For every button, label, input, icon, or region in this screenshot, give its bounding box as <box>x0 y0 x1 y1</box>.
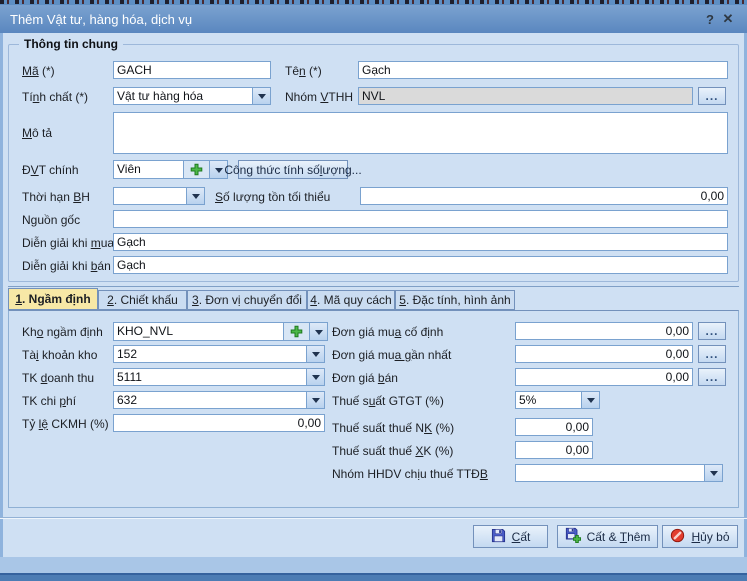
dialog-titlebar: Thêm Vật tư, hàng hóa, dịch vụ ? ✕ <box>0 5 747 33</box>
import-tax-label: Thuế suất thuế NK (%) <box>332 421 454 435</box>
sale-description-input[interactable] <box>113 256 728 274</box>
save-and-add-button-label: Cất & Thêm <box>587 530 651 544</box>
fixed-purchase-price-label: Đơn giá mua cố định <box>332 325 443 339</box>
warranty-select[interactable] <box>113 187 205 205</box>
min-stock-label: Số lượng tồn tối thiểu <box>215 190 330 204</box>
group-vthh-browse-button[interactable]: ... <box>698 87 726 105</box>
plus-icon[interactable] <box>183 161 209 178</box>
chevron-down-icon[interactable] <box>186 188 204 204</box>
cancel-icon <box>670 528 685 546</box>
name-label: Tên (*) <box>285 64 322 78</box>
origin-label: Nguồn gốc <box>22 213 80 227</box>
chevron-down-icon[interactable] <box>252 88 270 104</box>
export-tax-input[interactable] <box>515 441 593 459</box>
plus-icon[interactable] <box>283 323 309 340</box>
chevron-down-icon[interactable] <box>306 346 324 362</box>
min-stock-input[interactable] <box>360 187 728 205</box>
cancel-button-label: Hủy bỏ <box>691 530 729 544</box>
fixed-purchase-price-browse-button[interactable]: ... <box>698 322 726 340</box>
add-material-dialog: Thêm Vật tư, hàng hóa, dịch vụ ? ✕ Thông… <box>0 0 747 581</box>
description-label: Mô tả <box>22 126 52 140</box>
type-select[interactable]: Vật tư hàng hóa <box>113 87 271 105</box>
fixed-purchase-price-input[interactable] <box>515 322 693 340</box>
floppy-plus-icon <box>565 527 581 546</box>
tab-ma-quy-cach[interactable]: 4. Mã quy cách <box>307 290 395 310</box>
default-warehouse-label: Kho ngầm định <box>22 325 103 339</box>
tab-chiet-khau[interactable]: 2. Chiết khấu <box>98 290 187 310</box>
chevron-down-icon[interactable] <box>704 465 722 481</box>
group-vthh-input <box>358 87 693 105</box>
floppy-icon <box>491 528 506 546</box>
chevron-down-icon[interactable] <box>306 392 324 408</box>
type-label: Tính chất (*) <box>22 90 88 104</box>
purchase-description-label: Diễn giải khi mua <box>22 236 114 250</box>
export-tax-label: Thuế suất thuế XK (%) <box>332 444 453 458</box>
expense-account-label: TK chi phí <box>22 394 76 408</box>
tab-ngam-dinh[interactable]: 1. Ngầm định <box>8 288 98 310</box>
import-tax-input[interactable] <box>515 418 593 436</box>
footer-divider-highlight <box>0 518 747 519</box>
discount-rate-label: Tỷ lệ CKMH (%) <box>22 417 109 431</box>
revenue-account-select[interactable]: 5111 <box>113 368 325 386</box>
chevron-down-icon[interactable] <box>581 392 599 408</box>
save-and-add-button[interactable]: Cất & Thêm <box>557 525 658 548</box>
dialog-title: Thêm Vật tư, hàng hóa, dịch vụ <box>10 12 192 27</box>
save-button[interactable]: Cất <box>473 525 548 548</box>
save-button-label: Cất <box>512 530 531 544</box>
vat-rate-label: Thuế suất GTGT (%) <box>332 394 444 408</box>
sale-price-browse-button[interactable]: ... <box>698 368 726 386</box>
cancel-button[interactable]: Hủy bỏ <box>662 525 738 548</box>
latest-purchase-price-label: Đơn giá mua gần nhất <box>332 348 451 362</box>
tabstrip-top-line <box>8 286 739 287</box>
chevron-down-icon[interactable] <box>306 369 324 385</box>
close-icon[interactable]: ✕ <box>719 10 737 28</box>
help-icon[interactable]: ? <box>701 10 719 28</box>
special-tax-group-label: Nhóm HHDV chịu thuế TTĐB <box>332 467 488 481</box>
warranty-label: Thời hạn BH <box>22 190 90 204</box>
chevron-down-icon[interactable] <box>309 323 327 340</box>
stock-account-label: Tài khoản kho <box>22 348 97 362</box>
purchase-description-input[interactable] <box>113 233 728 251</box>
groupbox-legend: Thông tin chung <box>19 37 123 51</box>
special-tax-group-select[interactable] <box>515 464 723 482</box>
dialog-frame-bottom <box>0 557 747 573</box>
discount-rate-input[interactable] <box>113 414 325 432</box>
latest-purchase-price-browse-button[interactable]: ... <box>698 345 726 363</box>
sale-price-input[interactable] <box>515 368 693 386</box>
tab-dac-tinh-hinh-anh[interactable]: 5. Đặc tính, hình ảnh <box>395 290 515 310</box>
sale-description-label: Diễn giải khi bán <box>22 259 111 273</box>
quantity-formula-button[interactable]: Công thức tính số lượng... <box>238 160 348 179</box>
code-label: Mã (*) <box>22 64 55 78</box>
revenue-account-label: TK doanh thu <box>22 371 94 385</box>
expense-account-select[interactable]: 632 <box>113 391 325 409</box>
code-input[interactable] <box>113 61 271 79</box>
unit-label: ĐVT chính <box>22 163 79 177</box>
name-input[interactable] <box>358 61 728 79</box>
description-textarea[interactable] <box>113 112 728 154</box>
sale-price-label: Đơn giá bán <box>332 371 398 385</box>
origin-input[interactable] <box>113 210 728 228</box>
unit-select[interactable]: Viên <box>113 160 228 179</box>
vat-rate-select[interactable]: 5% <box>515 391 600 409</box>
tab-don-vi-chuyen-doi[interactable]: 3. Đơn vị chuyển đổi <box>187 290 307 310</box>
default-warehouse-select[interactable]: KHO_NVL <box>113 322 328 341</box>
stock-account-select[interactable]: 152 <box>113 345 325 363</box>
background-bottom-strip <box>0 575 747 581</box>
group-vthh-label: Nhóm VTHH <box>285 90 353 104</box>
latest-purchase-price-input[interactable] <box>515 345 693 363</box>
dialog-frame-left <box>0 33 3 574</box>
